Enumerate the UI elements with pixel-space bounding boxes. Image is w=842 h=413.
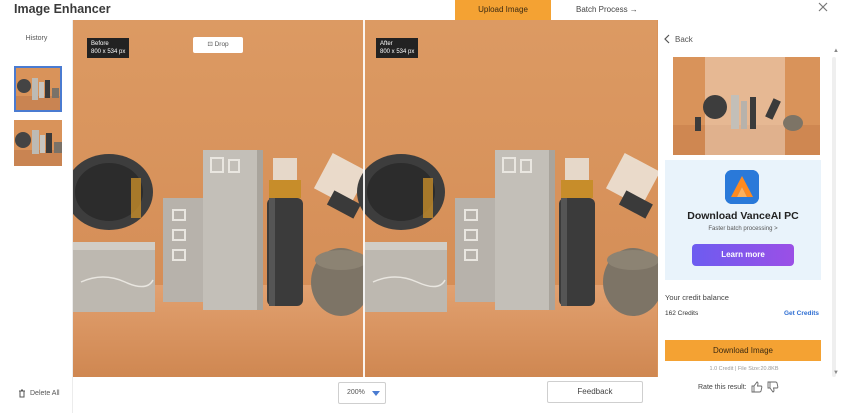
- promo-subtitle[interactable]: Faster batch processing >: [665, 226, 821, 232]
- close-icon[interactable]: [816, 0, 830, 14]
- credit-cost-info: 1.0 Credit | File Size:20.8KB: [709, 366, 779, 372]
- get-credits-link[interactable]: Get Credits: [784, 310, 819, 317]
- after-label: After: [380, 41, 393, 47]
- comparison-canvas[interactable]: Before 800 x 534 px ⊡ Drop After 800 x 5…: [73, 20, 658, 377]
- thumbs-up-icon[interactable]: [751, 381, 763, 393]
- right-panel-scrollbar[interactable]: [832, 57, 836, 377]
- compare-divider[interactable]: [363, 20, 365, 377]
- crop-button[interactable]: ⊡ Drop: [193, 37, 243, 53]
- vanceai-logo-icon: [725, 170, 759, 204]
- app-title: Image Enhancer: [14, 2, 111, 16]
- promo-title: Download VanceAI PC: [687, 210, 799, 222]
- preview-thumbnail[interactable]: [673, 57, 820, 155]
- history-thumbnail[interactable]: [14, 66, 62, 112]
- chevron-left-icon: [664, 34, 670, 44]
- history-thumbnail[interactable]: [14, 120, 62, 166]
- before-resolution: 800 x 534 px: [91, 49, 126, 55]
- history-sidebar: History Delete All: [0, 20, 73, 413]
- rate-label: Rate this result:: [698, 383, 747, 391]
- back-button[interactable]: Back: [664, 34, 693, 44]
- right-panel: Back Download VanceAI PC Faster batch pr…: [658, 20, 842, 413]
- after-resolution: 800 x 534 px: [380, 49, 415, 55]
- download-image-button[interactable]: Download Image: [665, 340, 821, 361]
- batch-process-link[interactable]: Batch Process →: [576, 0, 638, 20]
- feedback-button[interactable]: Feedback: [547, 381, 643, 403]
- zoom-value: 200%: [347, 389, 365, 396]
- rating-row: Rate this result:: [698, 381, 779, 393]
- credit-count: 162 Credits: [665, 310, 699, 317]
- scroll-up-icon[interactable]: ▲: [833, 48, 839, 54]
- delete-all-label: Delete All: [30, 390, 60, 397]
- upload-image-button[interactable]: Upload Image: [455, 0, 551, 20]
- top-bar: Image Enhancer Upload Image Batch Proces…: [0, 0, 842, 20]
- history-label: History: [25, 35, 48, 42]
- delete-all-button[interactable]: Delete All: [18, 389, 60, 398]
- credit-balance-label: Your credit balance: [665, 293, 729, 302]
- thumbs-down-icon[interactable]: [767, 381, 779, 393]
- promo-card: Download VanceAI PC Faster batch process…: [665, 160, 821, 280]
- trash-icon: [19, 389, 25, 398]
- after-tag: After 800 x 534 px: [376, 38, 419, 58]
- scroll-down-icon[interactable]: ▼: [833, 370, 839, 376]
- back-label: Back: [675, 34, 693, 44]
- bottom-bar: 200% Feedback: [73, 377, 658, 413]
- before-tag: Before 800 x 534 px: [87, 38, 130, 58]
- caret-down-icon: [372, 391, 380, 396]
- zoom-select[interactable]: 200%: [338, 382, 386, 404]
- before-label: Before: [91, 41, 109, 47]
- learn-more-button[interactable]: Learn more: [692, 244, 794, 266]
